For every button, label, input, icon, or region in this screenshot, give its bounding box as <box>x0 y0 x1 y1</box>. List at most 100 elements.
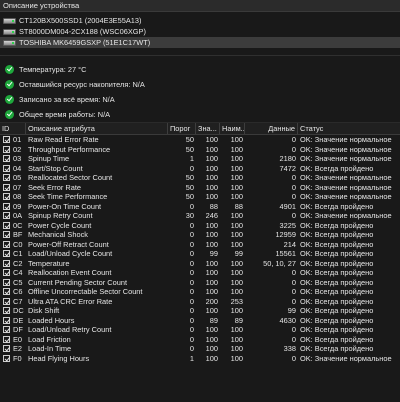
row-checkbox[interactable] <box>3 259 10 267</box>
raw-data-cell: 0 <box>291 144 296 154</box>
row-checkbox[interactable] <box>3 145 10 153</box>
device-item[interactable]: ST8000DM004-2CX188 (WSC06XGP) <box>0 26 400 37</box>
row-checkbox[interactable] <box>3 193 10 201</box>
raw-data-cell: 12959 <box>275 230 296 239</box>
threshold-cell: 0 <box>189 334 194 344</box>
table-row[interactable]: 0A Spinup Retry Count 30 246 100 0 OK: Значени… <box>0 211 400 221</box>
row-checkbox[interactable] <box>3 288 10 296</box>
table-row[interactable]: E2 Load-In Time 0 100 100 338 OK: Всегда пройд… <box>0 344 400 354</box>
attribute-name: Throughput Performance <box>28 144 111 154</box>
row-checkbox[interactable] <box>3 326 10 334</box>
row-checkbox[interactable] <box>3 278 10 286</box>
table-row[interactable]: 07 Seek Error Rate 50 100 100 0 OK: Значение н… <box>0 183 400 193</box>
table-row[interactable]: DF Load/Unload Retry Count 0 100 100 0 OK: Все… <box>0 325 400 335</box>
attribute-name: Seek Error Rate <box>28 182 81 192</box>
table-row[interactable]: DC Disk Shift 0 100 100 99 OK: Всегда пройдено <box>0 306 400 316</box>
row-checkbox[interactable] <box>3 269 10 277</box>
table-row[interactable]: C2 Temperature 0 100 100 50, 10, 27 OK: Всегда… <box>0 259 400 269</box>
power-on-time-status: Общее время работы: N/A <box>0 107 400 122</box>
drive-icon <box>3 17 16 24</box>
threshold-cell: 0 <box>189 296 194 306</box>
table-row[interactable]: 02 Throughput Performance 50 100 100 0 OK: Зна… <box>0 145 400 155</box>
attribute-name: Temperature <box>28 258 70 268</box>
row-checkbox[interactable] <box>3 164 10 172</box>
table-row[interactable]: 05 Reallocated Sector Count 50 100 100 0 OK: З… <box>0 173 400 183</box>
value-cell: 99 <box>209 249 218 258</box>
column-header-id[interactable]: ID <box>0 123 26 134</box>
table-row[interactable]: C7 Ultra ATA CRC Error Rate 0 200 253 0 OK: Вс… <box>0 297 400 307</box>
attribute-id: E0 <box>13 334 23 344</box>
worst-cell: 100 <box>230 163 243 173</box>
row-checkbox[interactable] <box>3 183 10 191</box>
column-header-worst[interactable]: Наим... <box>220 123 245 134</box>
column-header-raw[interactable]: Данные <box>245 123 298 134</box>
table-row[interactable]: 04 Start/Stop Count 0 100 100 7472 OK: Всегда … <box>0 164 400 174</box>
raw-data-cell: 15561 <box>275 249 296 258</box>
threshold-cell: 0 <box>189 230 194 239</box>
table-row[interactable]: C0 Power-Off Retract Count 0 100 100 214 OK: В… <box>0 240 400 250</box>
table-row[interactable]: C6 Offline Uncorrectable Sector Count 0 100… <box>0 287 400 297</box>
threshold-cell: 1 <box>189 353 194 363</box>
table-row[interactable]: 08 Seek Time Performance 50 100 100 0 OK: Знач… <box>0 192 400 202</box>
table-row[interactable]: 03 Spinup Time 1 100 100 2180 OK: Значение нор… <box>0 154 400 164</box>
row-checkbox[interactable] <box>3 240 10 248</box>
attribute-name: Load Friction <box>28 334 71 344</box>
worst-cell: 100 <box>230 268 243 277</box>
row-checkbox[interactable] <box>3 174 10 182</box>
device-item-selected[interactable]: TOSHIBA MK6459GSXP (51E1C17WT) <box>0 37 400 48</box>
worst-cell: 99 <box>234 249 243 258</box>
attribute-id-cell: 07 <box>0 183 26 193</box>
raw-data-cell: 4901 <box>279 201 296 211</box>
row-checkbox[interactable] <box>3 307 10 315</box>
device-item[interactable]: CT120BX500SSD1 (2004E3E55A13) <box>0 15 400 26</box>
smart-attributes-table: ID Описание атрибута Порог Зна... Наим..… <box>0 122 400 402</box>
attribute-name: Spinup Time <box>28 154 70 163</box>
column-header-status[interactable]: Статус <box>298 123 400 134</box>
column-header-name[interactable]: Описание атрибута <box>26 123 168 134</box>
column-header-threshold[interactable]: Порог <box>168 123 196 134</box>
status-cell: OK: Всегда пройдено <box>300 334 374 344</box>
status-text: Общее время работы: N/A <box>19 110 111 119</box>
table-row[interactable]: 0C Power Cycle Count 0 100 100 3225 OK: Всегда… <box>0 221 400 231</box>
attribute-id: C1 <box>13 249 23 258</box>
worst-cell: 100 <box>230 287 243 296</box>
table-row[interactable]: 09 Power-On Time Count 0 88 88 4901 OK: Всегда… <box>0 202 400 212</box>
row-checkbox[interactable] <box>3 250 10 258</box>
attribute-id: 04 <box>13 163 22 173</box>
table-row[interactable]: C4 Reallocation Event Count 0 100 100 0 OK: Вс… <box>0 268 400 278</box>
raw-data-cell: 0 <box>291 296 296 306</box>
value-cell: 100 <box>205 258 218 268</box>
row-checkbox[interactable] <box>3 345 10 353</box>
value-cell: 100 <box>205 144 218 154</box>
attribute-id-cell: 03 <box>0 154 26 164</box>
row-checkbox[interactable] <box>3 297 10 305</box>
column-header-value[interactable]: Зна... <box>196 123 220 134</box>
table-row[interactable]: DE Loaded Hours 0 89 89 4630 OK: Всегда пройде… <box>0 316 400 326</box>
status-cell: OK: Значение нормальное <box>300 353 392 363</box>
value-cell: 100 <box>205 230 218 239</box>
row-checkbox[interactable] <box>3 202 10 210</box>
row-checkbox[interactable] <box>3 354 10 362</box>
table-row[interactable]: F0 Head Flying Hours 1 100 100 0 OK: Значение … <box>0 354 400 364</box>
threshold-cell: 50 <box>185 192 194 201</box>
worst-cell: 100 <box>230 192 243 201</box>
attribute-id: 01 <box>13 135 22 144</box>
attribute-id: F0 <box>13 353 22 363</box>
row-checkbox[interactable] <box>3 155 10 163</box>
row-checkbox[interactable] <box>3 212 10 220</box>
table-row[interactable]: E0 Load Friction 0 100 100 0 OK: Всегда пройде… <box>0 335 400 345</box>
table-row[interactable]: C5 Current Pending Sector Count 0 100 100 0 OK… <box>0 278 400 288</box>
raw-data-cell: 0 <box>291 334 296 344</box>
row-checkbox[interactable] <box>3 335 10 343</box>
row-checkbox[interactable] <box>3 221 10 229</box>
worst-cell: 100 <box>230 154 243 163</box>
attribute-name: Reallocation Event Count <box>28 268 112 277</box>
row-checkbox[interactable] <box>3 316 10 324</box>
attribute-id-cell: C2 <box>0 259 26 269</box>
table-row[interactable]: C1 Load/Unload Cycle Count 0 99 99 15561 OK: В… <box>0 249 400 259</box>
attribute-name: Loaded Hours <box>28 315 75 325</box>
table-row[interactable]: 01 Raw Read Error Rate 50 100 100 0 OK: Значен… <box>0 135 400 145</box>
row-checkbox[interactable] <box>3 136 10 144</box>
row-checkbox[interactable] <box>3 231 10 239</box>
table-row[interactable]: BF Mechanical Shock 0 100 100 12959 OK: Всегда… <box>0 230 400 240</box>
